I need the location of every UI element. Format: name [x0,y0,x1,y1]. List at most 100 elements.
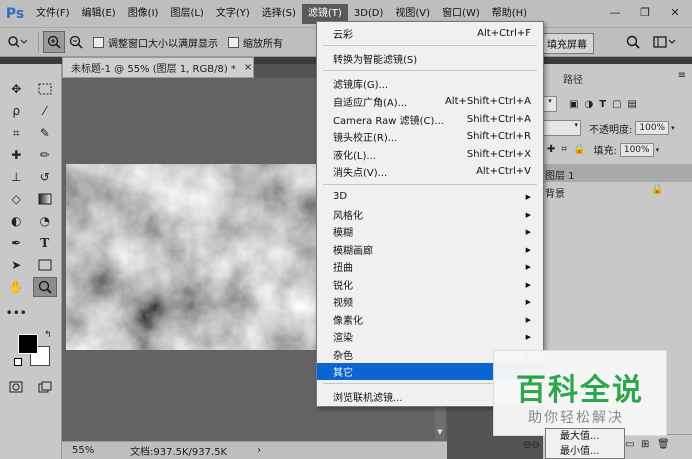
color-swatches[interactable]: ↰ [0,330,61,374]
healing-brush-tool-icon[interactable]: ✚ [4,145,28,165]
menu-layer[interactable]: 图层(L) [164,4,209,24]
restore-icon[interactable]: ❐ [632,3,658,21]
filter-shape-icon[interactable]: ▢ [612,99,621,110]
marquee-tool-icon[interactable] [33,79,57,99]
foreground-color-swatch[interactable] [18,334,38,354]
opacity-label: 不透明度: [589,124,633,136]
menu-item-render[interactable]: 渲染 ▶ [317,328,543,345]
layer-row[interactable]: 图层 1 [543,164,692,182]
menu-item-label: 浏览联机滤镜... [333,393,403,404]
menu-file[interactable]: 文件(F) [30,4,76,24]
status-menu-arrow-icon[interactable]: › [257,445,261,456]
rectangle-tool-icon[interactable] [33,255,57,275]
filter-adjustment-icon[interactable]: ◑ [584,99,593,110]
filter-type-icon[interactable]: T [599,99,606,110]
panel-menu-icon[interactable]: ≡ [678,70,686,81]
menu-item-vanishing-point[interactable]: 消失点(V)... Alt+Ctrl+V [317,163,543,180]
menu-edit[interactable]: 编辑(E) [76,4,122,24]
magic-wand-tool-icon[interactable]: ⁄ [33,101,57,121]
opacity-input[interactable]: 100% [635,121,670,135]
lasso-tool-icon[interactable]: ρ [4,101,28,121]
close-icon[interactable]: ✕ [662,3,688,21]
menu-item-pixelate[interactable]: 像素化 ▶ [317,311,543,328]
panel-tab-paths[interactable]: 路径 [563,71,583,86]
filter-image-icon[interactable]: ▣ [569,99,578,110]
submenu-arrow-icon: ▶ [525,210,531,219]
scroll-down-arrow-icon[interactable]: ▼ [435,428,445,438]
eyedropper-tool-icon[interactable]: ✎ [33,123,57,143]
move-tool-icon[interactable]: ✥ [4,79,28,99]
workspace-icon[interactable] [650,31,680,53]
document-canvas-clouds[interactable] [66,164,318,350]
new-group-icon[interactable]: ▭ [625,439,634,450]
fill-dropdown-icon[interactable]: ▾ [656,146,660,154]
dodge-tool-icon[interactable]: ◔ [33,211,57,231]
zoom-level[interactable]: 55% [62,445,102,456]
menu-item-shortcut: Alt+Shift+Ctrl+A [444,96,531,107]
eraser-tool-icon[interactable]: ◇ [4,189,28,209]
close-tab-icon[interactable]: × [244,62,252,73]
submenu-item-maximum[interactable]: 最大值... [546,429,624,444]
swap-colors-icon[interactable]: ↰ [44,330,52,340]
menu-item-filter-gallery[interactable]: 滤镜库(G)... [317,75,543,92]
menu-type[interactable]: 文字(Y) [210,4,256,24]
menu-item-video[interactable]: 视频 ▶ [317,293,543,310]
search-icon[interactable] [622,31,644,53]
link-layers-icon[interactable]: ⊖⊖ [523,440,540,451]
menu-select[interactable]: 选择(S) [256,4,302,24]
lock-pixels-icon[interactable]: ✚ [547,144,555,155]
gradient-tool-icon[interactable] [33,189,57,209]
zoom-tool-preset-icon[interactable] [0,31,34,53]
history-brush-tool-icon[interactable]: ↺ [33,167,57,187]
zoom-in-icon[interactable] [43,31,65,53]
more-tools-icon[interactable]: ••• [4,303,28,323]
menu-item-3d[interactable]: 3D ▶ [317,188,543,205]
fill-screen-button[interactable]: 填充屏幕 [540,33,594,54]
new-layer-icon[interactable]: ⊞ [641,439,649,450]
menu-item-shortcut: Shift+Ctrl+R [466,131,531,142]
hand-tool-icon[interactable]: ✋ [4,277,28,297]
blur-tool-icon[interactable]: ◐ [4,211,28,231]
resize-windows-checkbox[interactable] [93,36,104,48]
quick-mask-icon[interactable] [4,377,28,397]
layer-row[interactable]: 背景 🔒 [543,182,692,200]
menu-item-convert-smart-filters[interactable]: 转换为智能滤镜(S) [317,50,543,67]
blend-mode-dropdown[interactable]: ▾ [543,120,581,136]
menu-item-clouds[interactable]: 云彩 Alt+Ctrl+F [317,25,543,42]
pen-tool-icon[interactable]: ✒ [4,233,28,253]
window-controls: — ❐ ✕ [602,3,688,21]
menu-item-blur[interactable]: 模糊 ▶ [317,223,543,240]
zoom-tool-icon[interactable] [32,277,57,297]
lock-artboard-icon[interactable]: ⌗ [561,144,567,155]
resize-windows-label: 调整窗口大小以满屏显示 [108,38,218,50]
default-colors-icon[interactable] [14,358,22,366]
zoom-out-icon[interactable] [65,31,87,53]
lock-all-icon[interactable]: 🔒 [573,144,585,155]
menu-item-distort[interactable]: 扭曲 ▶ [317,258,543,275]
menu-item-sharpen[interactable]: 锐化 ▶ [317,276,543,293]
menu-item-blur-gallery[interactable]: 模糊画廊 ▶ [317,241,543,258]
screen-mode-icon[interactable] [33,377,57,397]
minimize-icon[interactable]: — [602,3,628,21]
menu-item-stylize[interactable]: 风格化 ▶ [317,206,543,223]
brush-tool-icon[interactable]: ✏ [33,145,57,165]
clone-stamp-tool-icon[interactable]: ⊥ [4,167,28,187]
opacity-dropdown-icon[interactable]: ▾ [671,124,675,132]
crop-tool-icon[interactable]: ⌗ [4,123,28,143]
path-selection-tool-icon[interactable]: ➤ [4,255,28,275]
menu-image[interactable]: 图像(I) [122,4,165,24]
menu-item-liquify[interactable]: 液化(L)... Shift+Ctrl+X [317,146,543,163]
fill-input[interactable]: 100% [619,142,654,157]
layer-filter-dropdown[interactable]: ▾ [543,96,557,112]
menu-item-lens-correction[interactable]: 镜头校正(R)... Shift+Ctrl+R [317,128,543,145]
document-tab[interactable]: 未标题-1 @ 55% (图层 1, RGB/8) * × [62,57,254,78]
delete-layer-icon[interactable]: 🗑 [657,439,670,450]
document-tab-title: 未标题-1 @ 55% (图层 1, RGB/8) * [71,64,236,75]
type-tool-icon[interactable]: T [33,233,57,253]
zoom-all-checkbox[interactable] [228,36,239,48]
menu-item-adaptive-wide-angle[interactable]: 自适应广角(A)... Alt+Shift+Ctrl+A [317,93,543,110]
submenu-arrow-icon: ▶ [525,245,531,254]
menu-item-camera-raw[interactable]: Camera Raw 滤镜(C)... Shift+Ctrl+A [317,111,543,128]
filter-smart-object-icon[interactable]: ▤ [627,99,636,110]
submenu-item-minimum[interactable]: 最小值... [546,444,624,459]
